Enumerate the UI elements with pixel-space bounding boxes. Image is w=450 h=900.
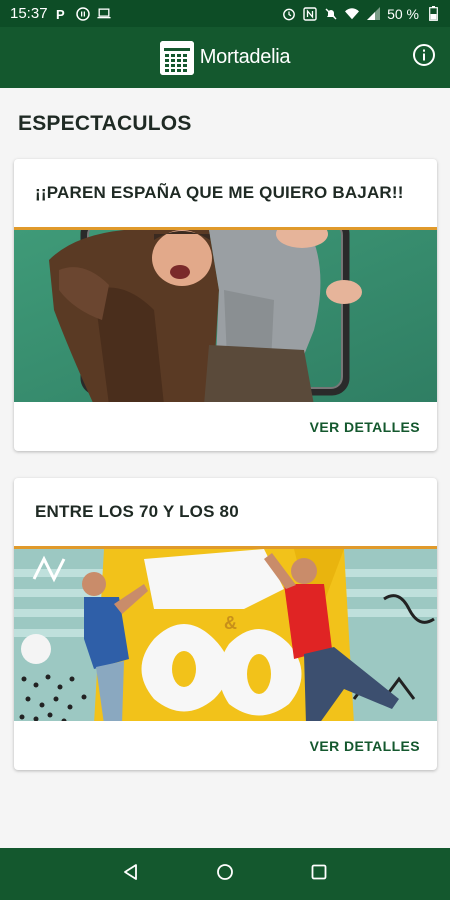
logo-icon [159,40,194,75]
show-card[interactable]: ENTRE LOS 70 Y LOS 80 & VER DETALLES [14,478,437,770]
status-bar: 15:37 P 50 % [0,0,450,27]
page-title: ESPECTACULOS [18,112,192,135]
status-time: 15:37 [10,5,48,22]
info-icon [412,43,436,72]
battery-icon [426,6,440,21]
system-nav-bar [0,848,450,900]
recents-button[interactable] [306,861,332,887]
alarm-icon [282,7,296,21]
laptop-icon [96,7,111,21]
back-icon [122,863,140,886]
show-card[interactable]: ¡¡PAREN ESPAÑA QUE ME QUIERO BAJAR!! VER… [14,159,437,451]
card-action-area: VER DETALLES [14,402,437,451]
back-button[interactable] [118,861,144,887]
show-image[interactable]: & [14,546,437,721]
card-action-area: VER DETALLES [14,721,437,770]
wifi-icon [345,7,360,21]
svg-text:P: P [56,7,65,20]
svg-text:&: & [224,613,237,633]
brand-name: Mortadelia [199,46,291,68]
nfc-icon [303,6,317,21]
media-icon [75,6,90,21]
mute-icon [324,7,338,21]
parking-icon: P [55,7,69,21]
recents-icon [310,863,328,886]
show-title: ENTRE LOS 70 Y LOS 80 [35,502,239,521]
app-bar: Mortadelia [0,27,450,88]
show-image[interactable] [14,227,437,402]
details-button[interactable]: VER DETALLES [310,738,420,754]
status-left: 15:37 P [10,5,111,22]
show-title: ¡¡PAREN ESPAÑA QUE ME QUIERO BAJAR!! [35,183,404,202]
home-icon [216,863,234,886]
brand: Mortadelia [159,40,291,75]
details-button[interactable]: VER DETALLES [310,419,420,435]
battery-percent: 50 % [387,5,419,22]
signal-icon [366,7,380,21]
status-right: 50 % [282,6,440,22]
home-button[interactable] [212,861,238,887]
info-button[interactable] [410,43,438,71]
